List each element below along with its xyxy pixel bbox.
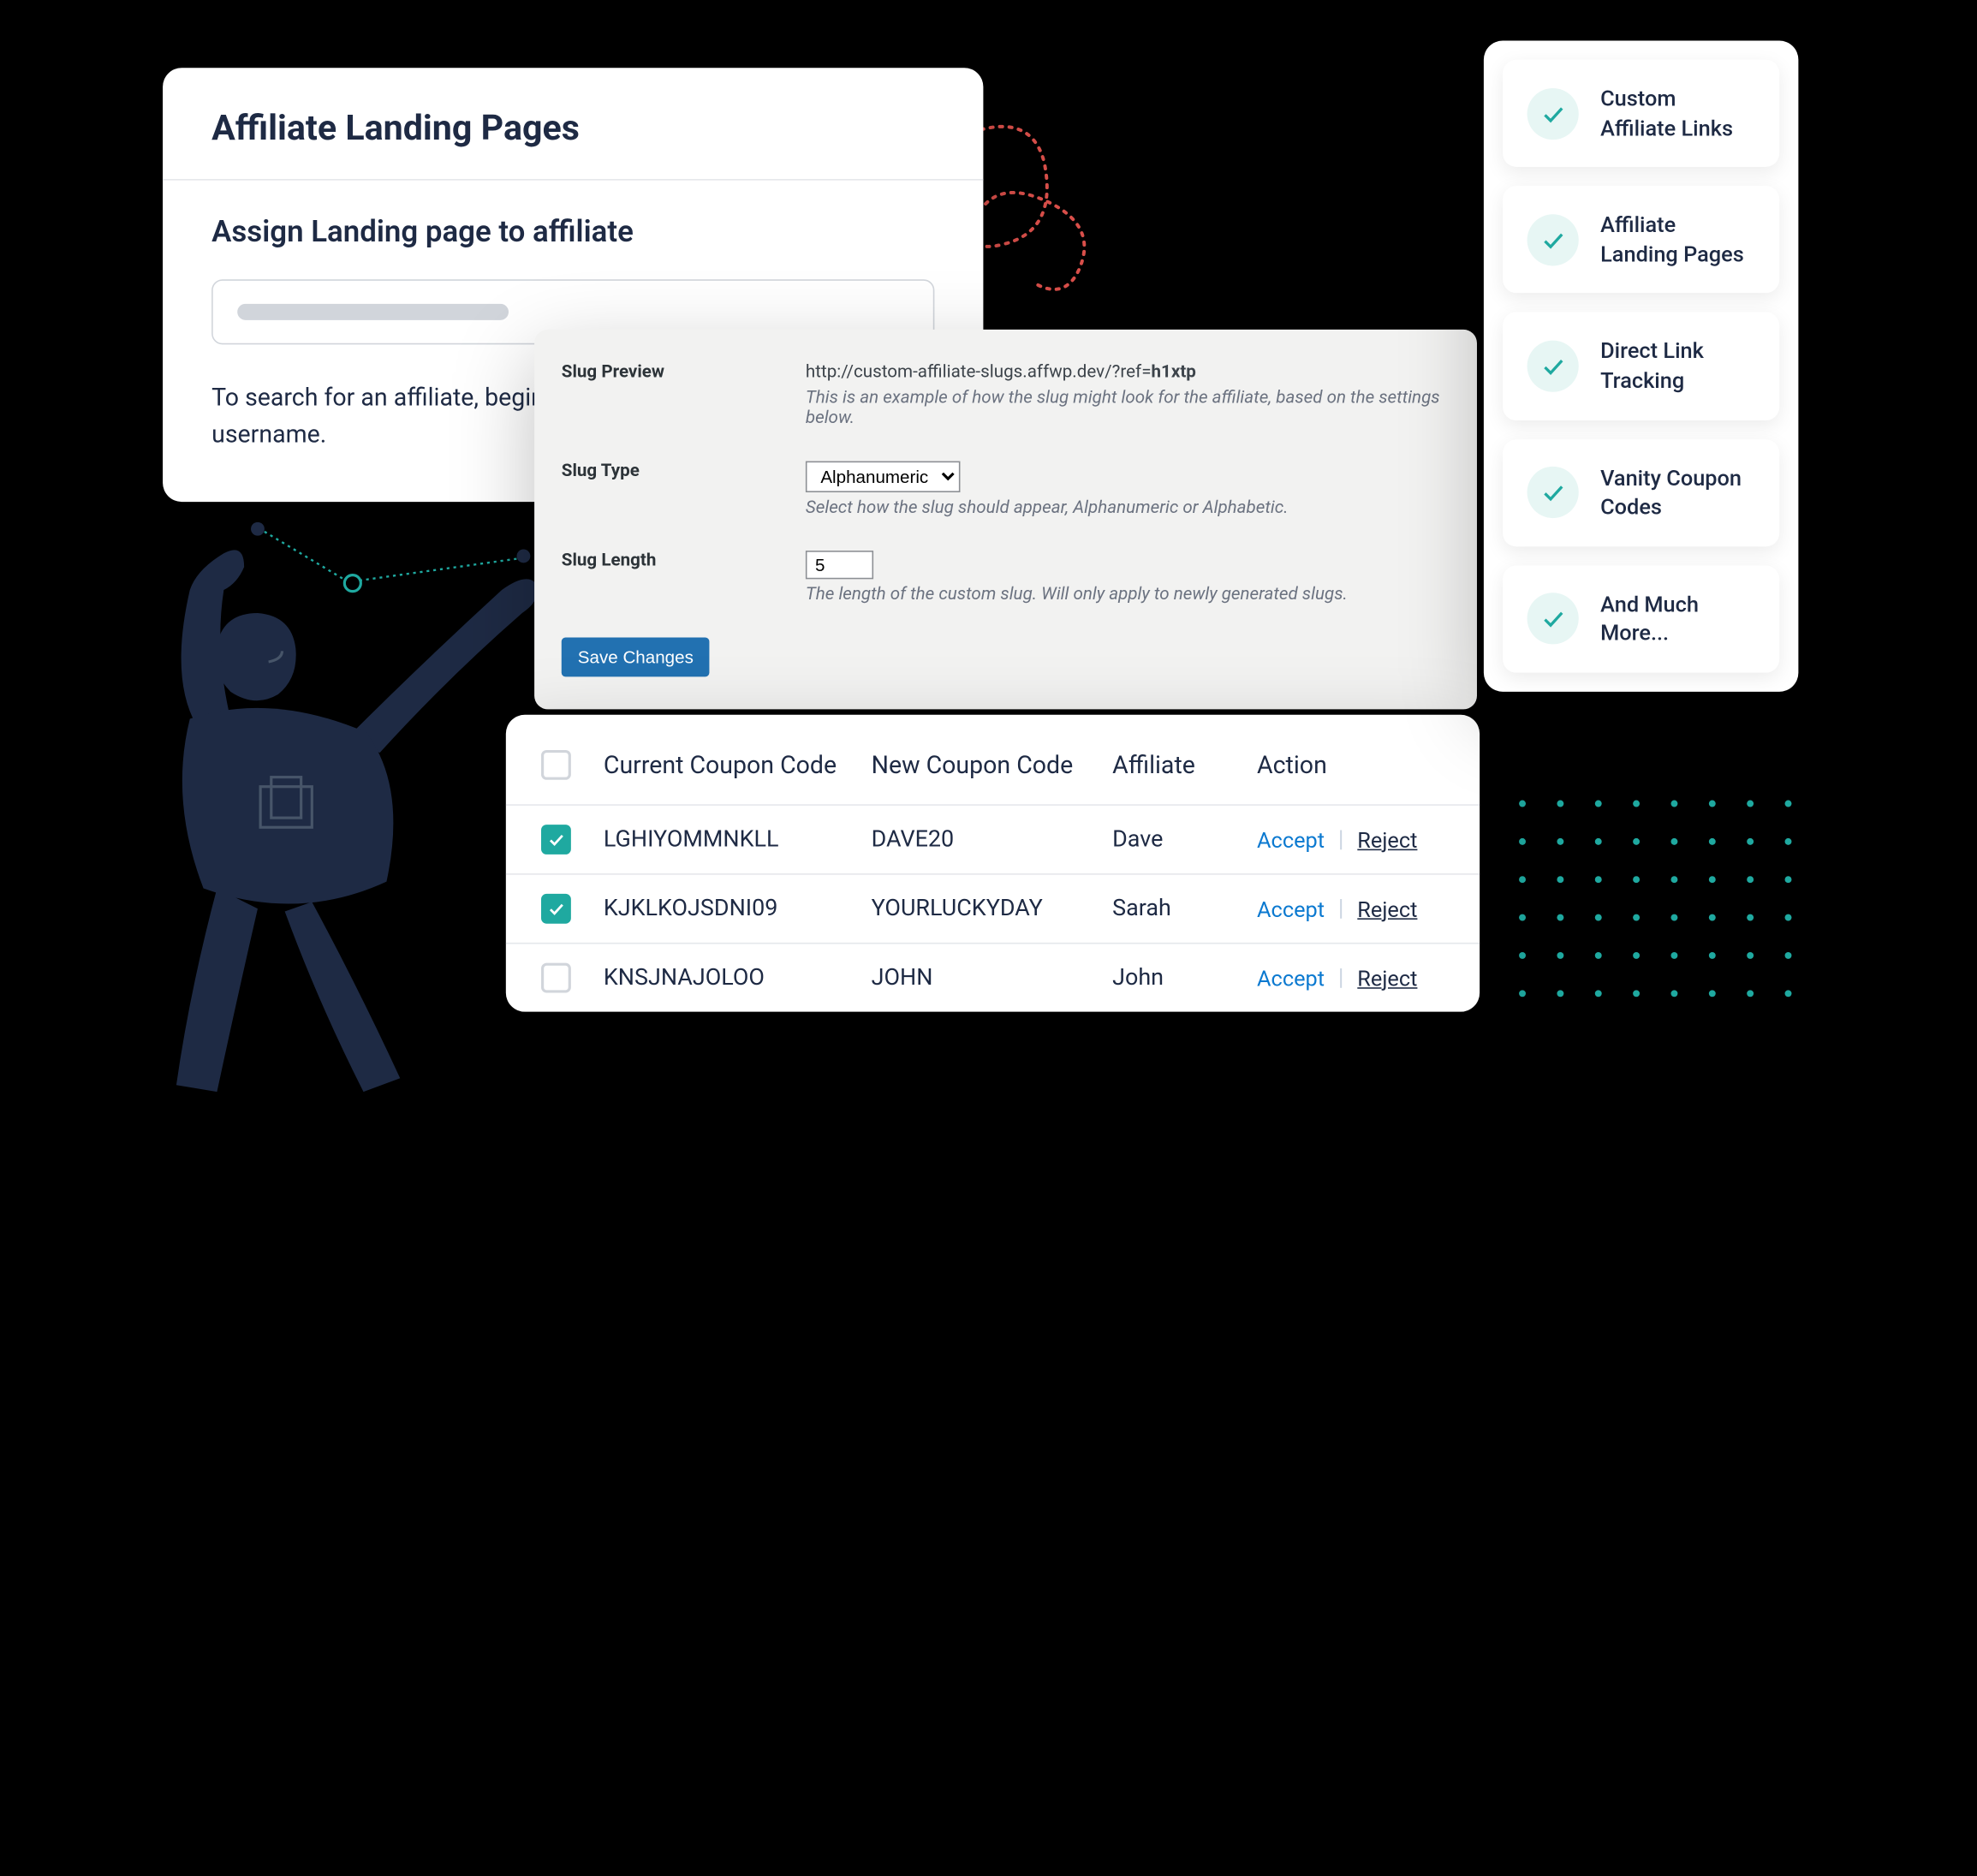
assign-subtitle: Assign Landing page to affiliate (211, 216, 934, 250)
affiliate-name: John (1112, 964, 1257, 992)
feature-label: Custom Affiliate Links (1600, 84, 1755, 142)
slug-type-note: Select how the slug should appear, Alpha… (806, 497, 1450, 518)
check-icon (1527, 341, 1579, 392)
reject-link[interactable]: Reject (1357, 965, 1417, 991)
check-icon (1527, 214, 1579, 265)
accept-link[interactable]: Accept (1257, 826, 1325, 852)
col-action-header: Action (1257, 751, 1444, 779)
table-row: KNSJNAJOLOOJOHNJohnAccept | Reject (506, 944, 1480, 1011)
landing-pages-title: Affiliate Landing Pages (163, 68, 983, 180)
slug-length-input[interactable] (806, 551, 873, 579)
affiliate-name: Dave (1112, 826, 1257, 854)
slug-preview-note: This is an example of how the slug might… (806, 388, 1450, 429)
features-sidebar: Custom Affiliate Links Affiliate Landing … (1484, 41, 1798, 692)
decorative-person-illustration (95, 515, 557, 1112)
table-row: KJKLKOJSDNI09YOURLUCKYDAYSarahAccept | Rej… (506, 875, 1480, 944)
search-placeholder-bar (237, 304, 509, 320)
slug-preview-label: Slug Preview (562, 362, 806, 429)
slug-length-label: Slug Length (562, 551, 806, 604)
action-divider: | (1338, 964, 1344, 992)
feature-card: And Much More... (1503, 565, 1779, 672)
row-checkbox[interactable] (541, 963, 571, 993)
current-coupon-code: KNSJNAJOLOO (604, 964, 872, 992)
select-all-checkbox[interactable] (541, 750, 571, 780)
accept-link[interactable]: Accept (1257, 896, 1325, 921)
decorative-dots (1519, 801, 1804, 1004)
check-icon (1527, 593, 1579, 645)
feature-card: Vanity Coupon Codes (1503, 439, 1779, 546)
action-divider: | (1338, 895, 1344, 922)
feature-label: Direct Link Tracking (1600, 336, 1755, 395)
current-coupon-code: KJKLKOJSDNI09 (604, 895, 872, 922)
feature-card: Direct Link Tracking (1503, 313, 1779, 420)
new-coupon-code: YOURLUCKYDAY (872, 895, 1112, 922)
check-icon (1527, 467, 1579, 518)
row-checkbox[interactable] (541, 894, 571, 924)
current-coupon-code: LGHIYOMMNKLL (604, 826, 872, 854)
coupon-table-header: Current Coupon Code New Coupon Code Affi… (506, 739, 1480, 806)
feature-label: Affiliate Landing Pages (1600, 211, 1755, 269)
feature-label: Vanity Coupon Codes (1600, 463, 1755, 521)
row-checkbox[interactable] (541, 825, 571, 855)
coupon-table-card: Current Coupon Code New Coupon Code Affi… (506, 715, 1480, 1012)
col-new-header: New Coupon Code (872, 751, 1112, 779)
table-row: LGHIYOMMNKLLDAVE20DaveAccept | Reject (506, 806, 1480, 875)
feature-card: Custom Affiliate Links (1503, 60, 1779, 167)
slug-preview-url: http://custom-affiliate-slugs.affwp.dev/… (806, 362, 1450, 383)
accept-link[interactable]: Accept (1257, 965, 1325, 991)
feature-card: Affiliate Landing Pages (1503, 186, 1779, 293)
save-changes-button[interactable]: Save Changes (562, 637, 710, 676)
slug-type-select[interactable]: Alphanumeric (806, 462, 961, 492)
action-divider: | (1338, 826, 1344, 854)
new-coupon-code: JOHN (872, 964, 1112, 992)
reject-link[interactable]: Reject (1357, 826, 1417, 852)
affiliate-name: Sarah (1112, 895, 1257, 922)
reject-link[interactable]: Reject (1357, 896, 1417, 921)
slug-length-note: The length of the custom slug. Will only… (806, 585, 1450, 605)
col-current-header: Current Coupon Code (604, 751, 872, 779)
slug-type-label: Slug Type (562, 462, 806, 519)
check-icon (1527, 87, 1579, 139)
feature-label: And Much More... (1600, 590, 1755, 648)
slug-settings-panel: Slug Preview http://custom-affiliate-slu… (534, 330, 1477, 710)
col-affiliate-header: Affiliate (1112, 751, 1257, 779)
new-coupon-code: DAVE20 (872, 826, 1112, 854)
